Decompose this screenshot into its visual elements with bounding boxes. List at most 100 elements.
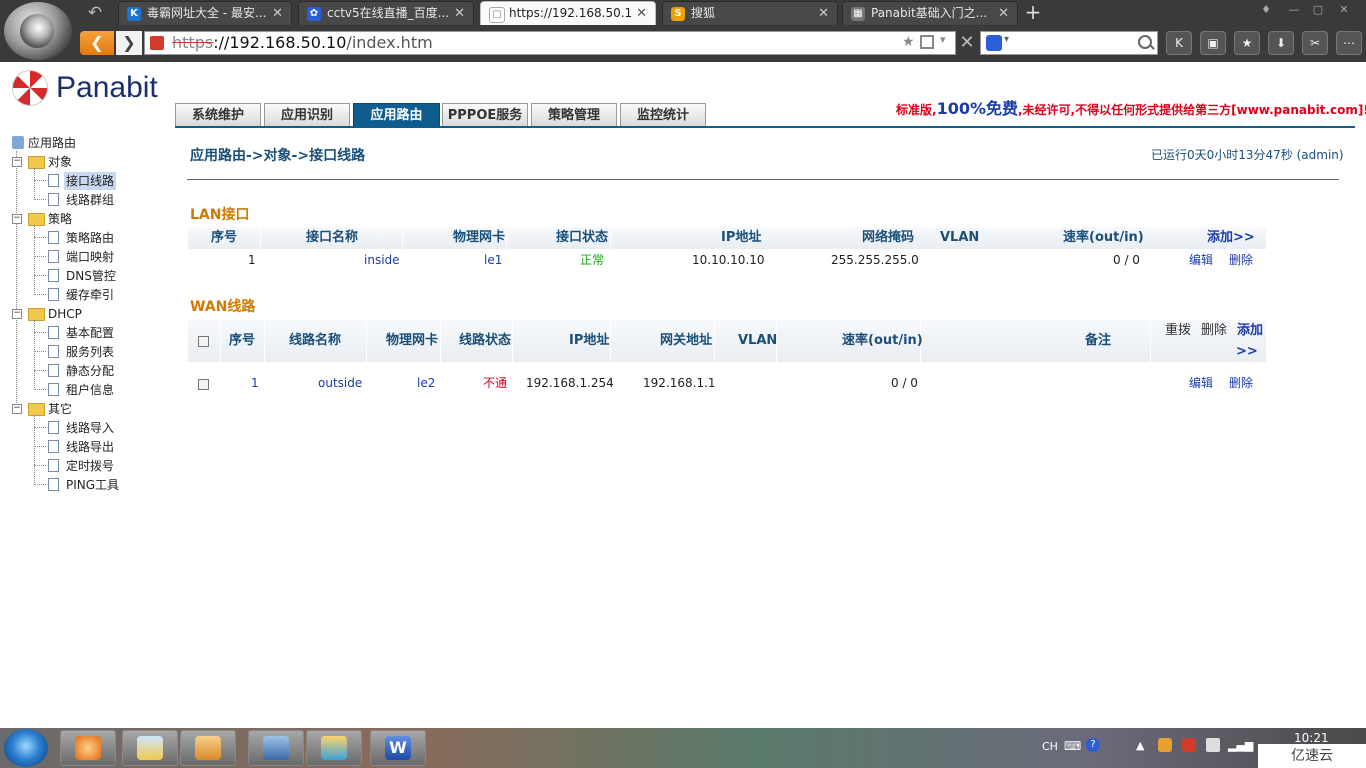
tree-item-service-list[interactable]: 服务列表 xyxy=(66,343,114,361)
menu-icon[interactable]: ⋯ xyxy=(1336,31,1362,55)
tab-pppoe[interactable]: PPPOE服务 xyxy=(442,103,528,127)
tree-item-policy-routing[interactable]: 策略路由 xyxy=(66,229,114,247)
wan-redial-button[interactable]: 重拨 xyxy=(1165,321,1191,341)
bookmark-star-icon[interactable]: ★ xyxy=(902,34,915,50)
tab-system[interactable]: 系统维护 xyxy=(175,103,261,127)
lan-edit-button[interactable]: 编辑 xyxy=(1189,251,1213,269)
network-app-icon xyxy=(263,736,289,760)
brand-name: Panabit xyxy=(56,71,158,104)
tools-icon[interactable]: ✂ xyxy=(1302,31,1328,55)
wan-add-link[interactable]: 添加 xyxy=(1237,321,1263,341)
wan-delete-button[interactable]: 删除 xyxy=(1229,374,1253,392)
license-prefix: 标准版, xyxy=(896,103,937,117)
clock[interactable]: 10:21 xyxy=(1294,731,1329,745)
tree-item-port-mapping[interactable]: 端口映射 xyxy=(66,248,114,266)
tree-group-other[interactable]: 其它 xyxy=(48,400,72,418)
tab-app-routing[interactable]: 应用路由 xyxy=(353,103,440,127)
skin-icon[interactable]: ♦ xyxy=(1256,2,1276,18)
kingsoft-icon[interactable]: K xyxy=(1166,31,1192,55)
tree-item-line-export[interactable]: 线路导出 xyxy=(66,438,114,456)
tray-security-icon[interactable] xyxy=(1182,738,1196,752)
close-tab-icon[interactable]: ✕ xyxy=(272,2,283,25)
page-icon xyxy=(48,288,59,301)
minimize-icon[interactable]: — xyxy=(1284,2,1304,18)
wan-edit-button[interactable]: 编辑 xyxy=(1189,374,1213,392)
input-language[interactable]: CH xyxy=(1042,740,1058,753)
tree-item-ping-tool[interactable]: PING工具 xyxy=(66,476,119,494)
browser-tab-4[interactable]: S 搜狐 ✕ xyxy=(662,1,838,25)
cert-warning-icon[interactable] xyxy=(150,36,164,50)
qr-code-icon[interactable] xyxy=(920,35,934,49)
close-tab-icon[interactable]: ✕ xyxy=(454,2,465,25)
close-tab-icon[interactable]: ✕ xyxy=(636,2,647,25)
chevron-down-icon[interactable]: ▾ xyxy=(940,33,946,46)
search-icon[interactable] xyxy=(1138,35,1152,49)
lan-row-name-link[interactable]: inside xyxy=(364,251,400,269)
keyboard-icon[interactable]: ⌨ xyxy=(1064,739,1081,753)
new-tab-icon[interactable]: + xyxy=(1022,2,1044,24)
forward-icon[interactable]: ❯ xyxy=(116,31,142,55)
browser-logo[interactable] xyxy=(4,2,72,60)
tray-device-icon[interactable] xyxy=(1206,738,1220,752)
tree-item-scheduled-dial[interactable]: 定时拨号 xyxy=(66,457,114,475)
undo-close-tab-icon[interactable]: ↶ xyxy=(82,3,108,23)
collapse-toggle-icon[interactable]: − xyxy=(12,404,22,414)
taskbar-browser-button[interactable] xyxy=(60,730,116,766)
tree-group-policy[interactable]: 策略 xyxy=(48,210,72,228)
network-signal-icon[interactable]: ▂▄▆ xyxy=(1228,739,1253,752)
collapse-toggle-icon[interactable]: − xyxy=(12,309,22,319)
page-icon xyxy=(48,383,59,396)
lock-icon[interactable]: ▣ xyxy=(1200,31,1226,55)
close-tab-icon[interactable]: ✕ xyxy=(818,2,829,25)
wan-row-name-link[interactable]: outside xyxy=(318,374,362,392)
tree-group-objects[interactable]: 对象 xyxy=(48,153,72,171)
stop-icon[interactable]: ✕ xyxy=(958,31,976,55)
tab-policy[interactable]: 策略管理 xyxy=(531,103,617,127)
tree-item-basic-config[interactable]: 基本配置 xyxy=(66,324,114,342)
taskbar-chat-button[interactable] xyxy=(180,730,236,766)
browser-tab-5[interactable]: ▦ Panabit基础入门之... ✕ xyxy=(842,1,1018,25)
tab-app-identify[interactable]: 应用识别 xyxy=(264,103,350,127)
tab-monitor[interactable]: 监控统计 xyxy=(620,103,706,127)
tree-item-cache-redirect[interactable]: 缓存牵引 xyxy=(66,286,114,304)
maximize-icon[interactable]: ▢ xyxy=(1308,2,1328,18)
taskbar-vm-button[interactable] xyxy=(306,730,362,766)
search-engine-icon[interactable] xyxy=(986,35,1002,51)
tree-item-lease-info[interactable]: 租户信息 xyxy=(66,381,114,399)
tree-group-dhcp[interactable]: DHCP xyxy=(48,305,82,323)
start-button[interactable] xyxy=(4,729,48,767)
lan-col-mask: 网络掩码 xyxy=(862,230,915,245)
url-text[interactable]: https://192.168.50.10/index.htm xyxy=(172,33,433,53)
tree-item-line-groups[interactable]: 线路群组 xyxy=(66,191,114,209)
tray-app-icon[interactable] xyxy=(1158,738,1172,752)
lan-add-link[interactable]: 添加>> xyxy=(1207,228,1255,248)
close-window-icon[interactable]: ✕ xyxy=(1334,2,1354,18)
favorites-icon[interactable]: ★ xyxy=(1234,31,1260,55)
download-icon[interactable]: ⬇ xyxy=(1268,31,1294,55)
tree-item-dns-control[interactable]: DNS管控 xyxy=(66,267,116,285)
wan-bulk-delete-button[interactable]: 删除 xyxy=(1201,321,1227,341)
browser-tab-3-active[interactable]: ▢ https://192.168.50.1 ✕ xyxy=(480,1,656,25)
tree-item-static-assign[interactable]: 静态分配 xyxy=(66,362,114,380)
wan-row-checkbox[interactable] xyxy=(198,379,209,390)
chevron-down-icon[interactable]: ▾ xyxy=(1004,34,1009,45)
wan-add-more-link[interactable]: >> xyxy=(1236,342,1258,362)
folder-icon xyxy=(28,213,45,226)
taskbar-word-button[interactable]: W xyxy=(370,730,426,766)
collapse-toggle-icon[interactable]: − xyxy=(12,157,22,167)
close-tab-icon[interactable]: ✕ xyxy=(998,2,1009,25)
browser-tab-1[interactable]: K 毒霸网址大全 - 最安... ✕ xyxy=(118,1,292,25)
back-icon[interactable]: ❮ xyxy=(80,31,114,55)
tree-root[interactable]: 应用路由 xyxy=(28,134,76,152)
tab-label: https://192.168.50.1 xyxy=(509,6,633,20)
tree-item-line-import[interactable]: 线路导入 xyxy=(66,419,114,437)
browser-tab-2[interactable]: ✿ cctv5在线直播_百度... ✕ xyxy=(298,1,474,25)
wan-select-all-checkbox[interactable] xyxy=(198,336,209,347)
lan-delete-button[interactable]: 删除 xyxy=(1229,251,1253,269)
taskbar-explorer-button[interactable] xyxy=(122,730,178,766)
help-icon[interactable]: ? xyxy=(1086,738,1100,752)
tree-item-interface-lines[interactable]: 接口线路 xyxy=(64,172,117,190)
taskbar-network-button[interactable] xyxy=(248,730,304,766)
collapse-toggle-icon[interactable]: − xyxy=(12,214,22,224)
show-hidden-icons-icon[interactable]: ▲ xyxy=(1136,739,1144,752)
